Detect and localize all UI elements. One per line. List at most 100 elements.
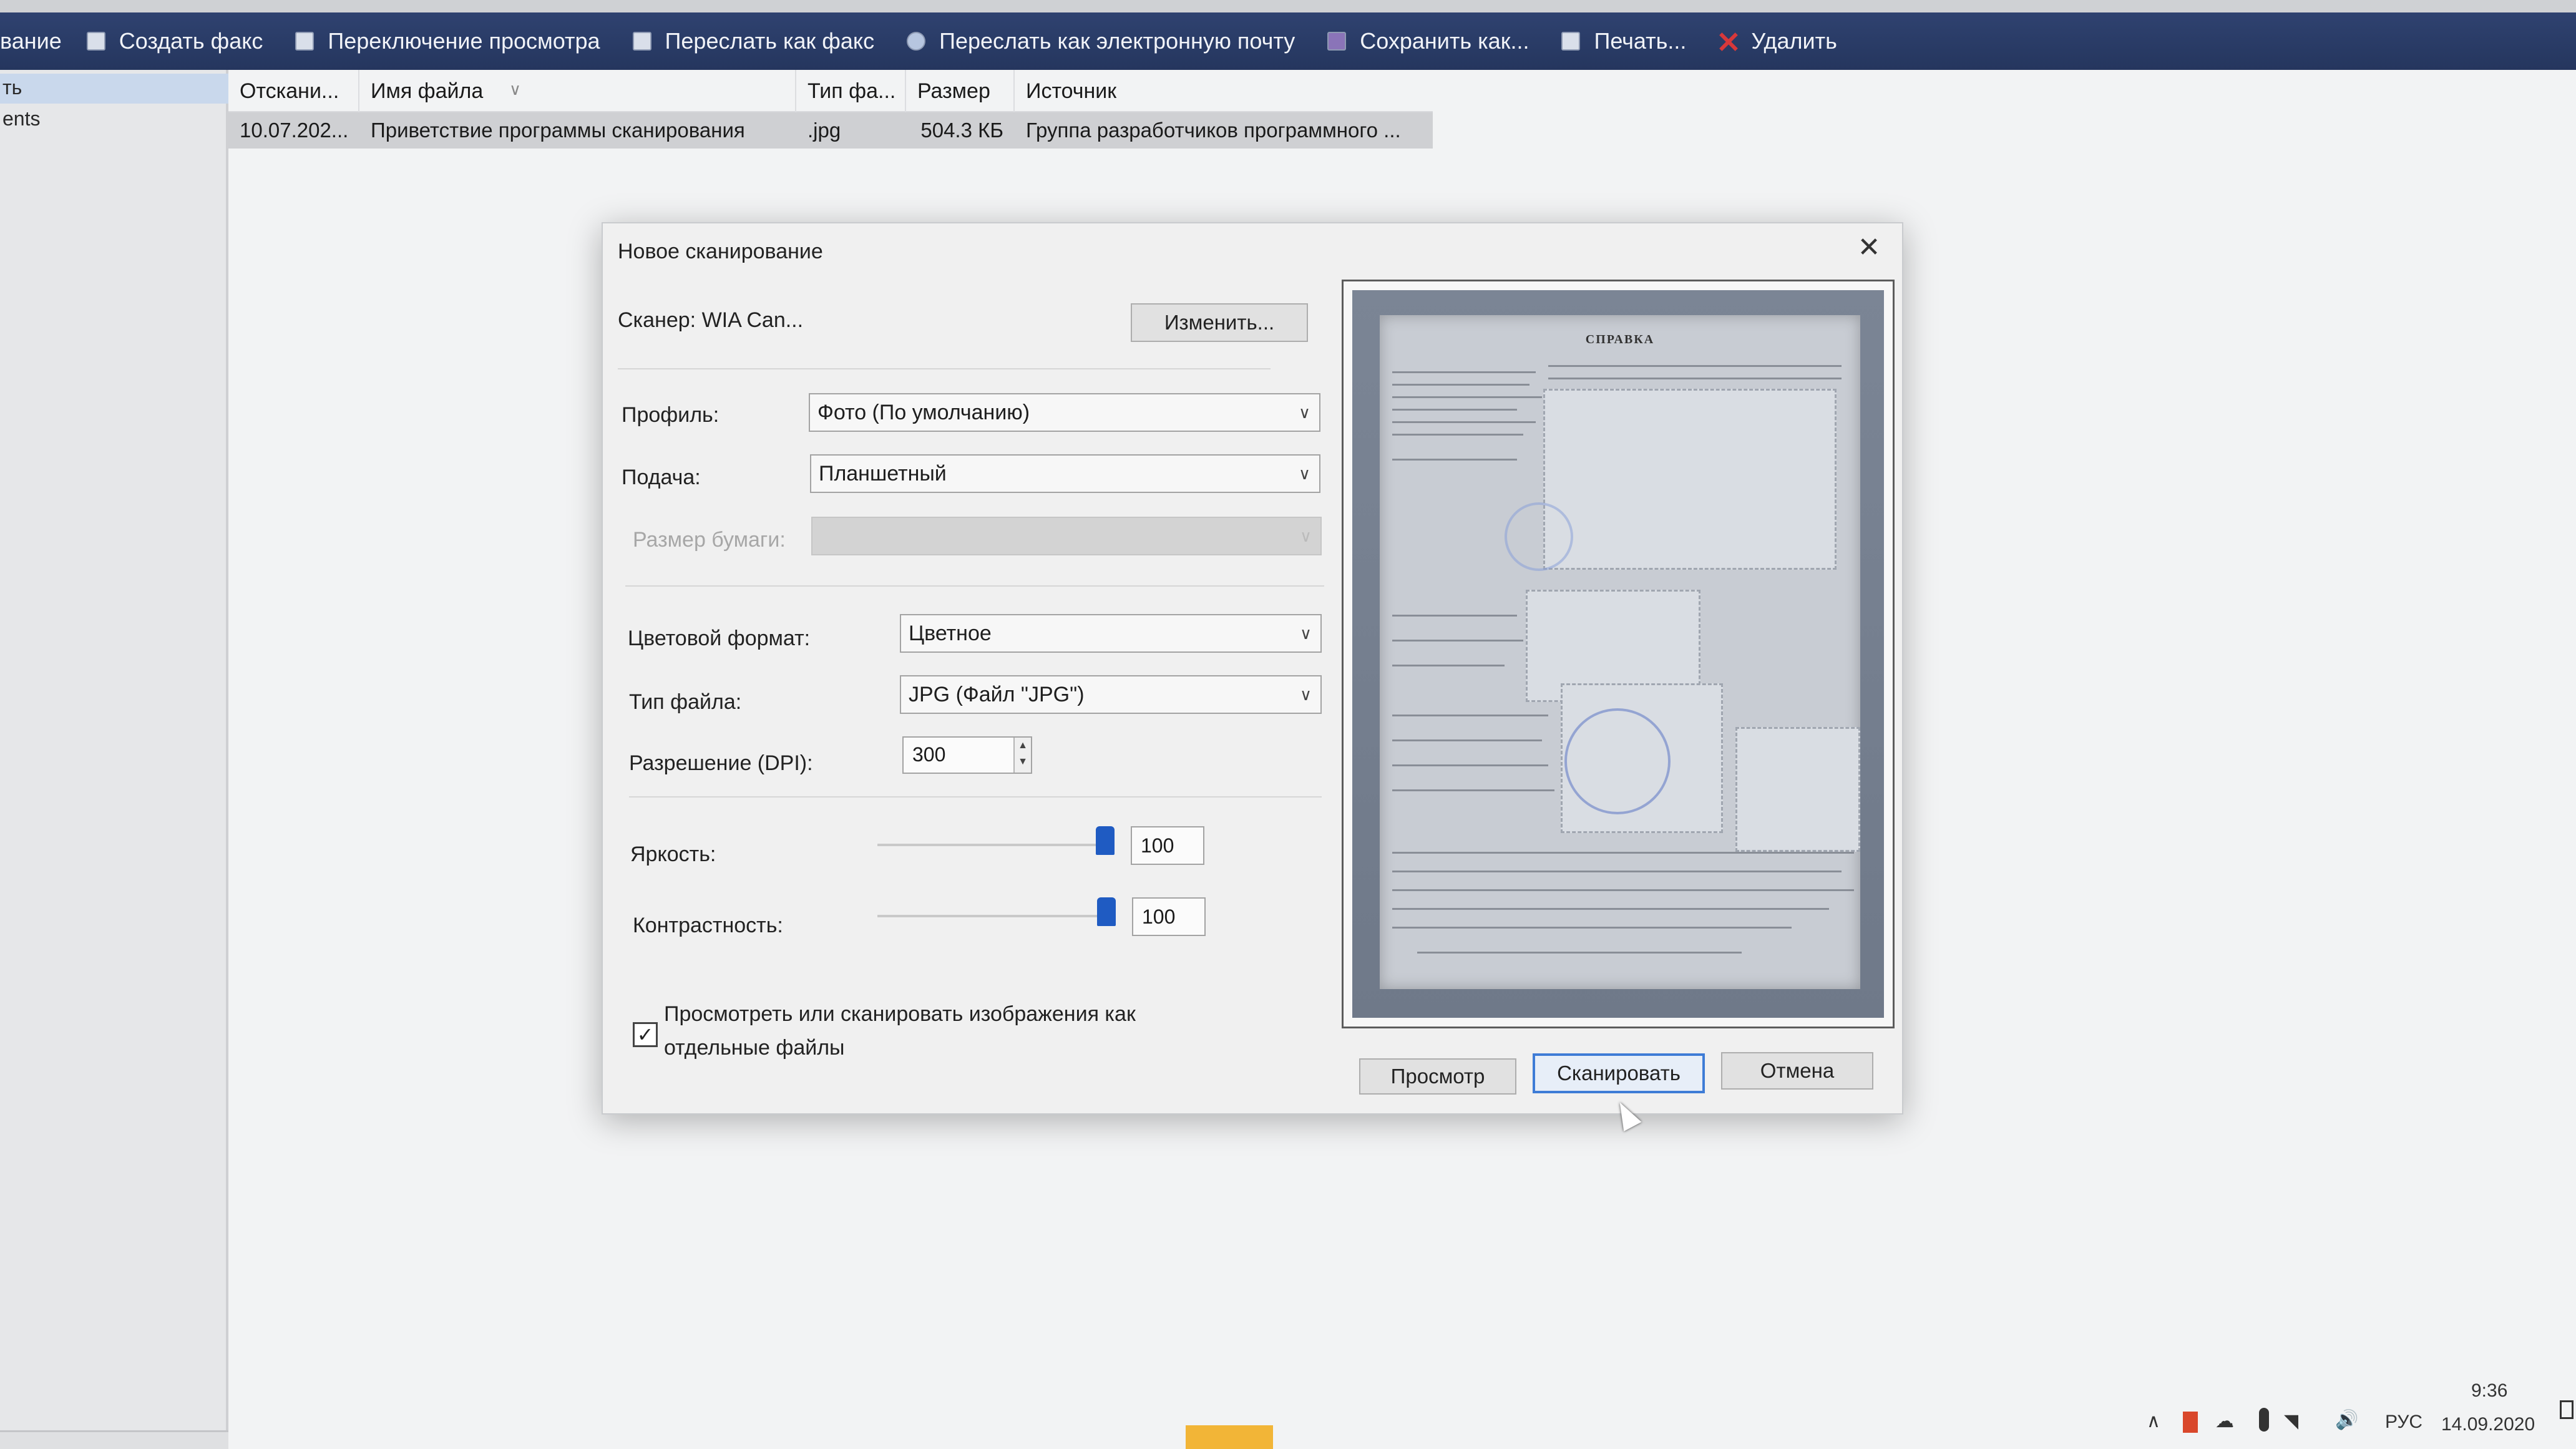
- document-text-line: [1392, 908, 1829, 910]
- spinner-arrows-icon[interactable]: ▲ ▼: [1013, 738, 1031, 773]
- document-text-line: [1392, 434, 1523, 436]
- contrast-slider-track[interactable]: [877, 915, 1116, 917]
- taskbar-app-icon[interactable]: [1186, 1425, 1273, 1449]
- separate-files-checkbox[interactable]: ✓: [633, 1022, 658, 1047]
- nav-item-scan[interactable]: ть: [2, 76, 22, 99]
- delete-icon: [1719, 32, 1737, 51]
- stamp-seal-icon: [1564, 708, 1671, 814]
- clock-time[interactable]: 9:36: [2471, 1380, 2507, 1402]
- checkmark-icon: ✓: [637, 1023, 654, 1046]
- brightness-value-box[interactable]: 100: [1131, 826, 1204, 865]
- chevron-up-icon[interactable]: ∧: [2147, 1410, 2160, 1432]
- chevron-down-icon: ∨: [1299, 527, 1312, 545]
- toolbar-item-label: Переслать как факс: [665, 28, 875, 54]
- nav-item-documents[interactable]: ents: [2, 107, 40, 130]
- document-text-line: [1392, 615, 1517, 617]
- delete-button[interactable]: Удалить: [1719, 28, 1837, 54]
- network-icon[interactable]: ◥: [2284, 1410, 2298, 1432]
- toolbar-item-label: вание: [0, 28, 62, 54]
- save-as-button[interactable]: Сохранить как...: [1327, 28, 1529, 54]
- fax-icon: [86, 32, 105, 51]
- scanned-document-thumbnail: СПРАВКА: [1380, 315, 1860, 989]
- feed-label: Подача:: [622, 466, 701, 489]
- contrast-value-box[interactable]: 100: [1132, 897, 1206, 936]
- forward-as-fax-button[interactable]: Переслать как факс: [632, 28, 875, 54]
- document-text-line: [1392, 852, 1854, 854]
- change-scanner-button[interactable]: Изменить...: [1131, 303, 1308, 342]
- system-tray: ∧ ☁ ◥ 🔊 РУС 9:36 14.09.2020: [1585, 1367, 2576, 1449]
- feed-select-value: Планшетный: [819, 462, 947, 485]
- print-button[interactable]: Печать...: [1561, 28, 1686, 54]
- file-type-select-value: JPG (Файл "JPG"): [909, 683, 1085, 706]
- document-table-block: [1735, 727, 1860, 852]
- column-header-source[interactable]: Источник: [1015, 70, 1433, 112]
- stamp-seal-icon: [1505, 502, 1573, 571]
- document-text-line: [1392, 396, 1542, 398]
- scan-preview-image: СПРАВКА: [1352, 290, 1884, 1018]
- forward-as-email-button[interactable]: Переслать как электронную почту: [907, 28, 1295, 54]
- brightness-slider-thumb[interactable]: [1096, 826, 1115, 855]
- document-text-line: [1392, 409, 1517, 411]
- color-format-label: Цветовой формат:: [628, 627, 811, 650]
- input-language[interactable]: РУС: [2385, 1412, 2422, 1433]
- view-icon: [295, 32, 315, 51]
- scan-button[interactable]: Сканировать: [1533, 1053, 1705, 1093]
- column-header-file-type[interactable]: Тип фа...: [796, 70, 906, 112]
- resolution-value: 300: [912, 743, 946, 766]
- document-text-line: [1392, 665, 1505, 666]
- chevron-down-icon: ∨: [1299, 685, 1312, 704]
- microphone-icon[interactable]: [2259, 1408, 2269, 1432]
- profile-select-value: Фото (По умолчанию): [817, 401, 1030, 424]
- resolution-label: Разрешение (DPI):: [629, 751, 813, 775]
- dialog-title: Новое сканирование: [618, 240, 823, 263]
- preview-button[interactable]: Просмотр: [1359, 1058, 1516, 1095]
- toolbar-item-scan[interactable]: вание: [0, 28, 62, 54]
- document-text-line: [1392, 889, 1854, 891]
- document-text-line: [1392, 459, 1517, 461]
- divider: [629, 796, 1322, 798]
- nav-item-selected-highlight: [0, 74, 228, 104]
- document-text-line: [1392, 384, 1530, 386]
- divider: [618, 368, 1271, 369]
- scanned-document-title: СПРАВКА: [1585, 333, 1655, 346]
- chevron-down-icon: ∨: [1298, 403, 1310, 422]
- document-text-line: [1392, 871, 1842, 872]
- clock-date[interactable]: 14.09.2020: [2441, 1414, 2535, 1435]
- column-header-filename[interactable]: Имя файла: [359, 70, 796, 112]
- document-text-line: [1392, 421, 1536, 423]
- cell-file-type: .jpg: [807, 119, 841, 142]
- document-text-line: [1392, 640, 1523, 642]
- cancel-button[interactable]: Отмена: [1721, 1052, 1873, 1090]
- close-icon[interactable]: ✕: [1853, 232, 1885, 263]
- notifications-icon[interactable]: [2560, 1400, 2574, 1419]
- cell-filename: Приветствие программы сканирования: [371, 119, 745, 142]
- switch-view-button[interactable]: Переключение просмотра: [295, 28, 600, 54]
- toolbar-item-label: Переключение просмотра: [328, 28, 600, 54]
- toolbar-item-label: Создать факс: [119, 28, 263, 54]
- contrast-label: Контрастность:: [633, 914, 783, 937]
- brightness-slider-track[interactable]: [877, 844, 1115, 846]
- brightness-label: Яркость:: [630, 842, 716, 866]
- document-text-line: [1392, 927, 1792, 929]
- color-format-select[interactable]: Цветное ∨: [900, 614, 1322, 653]
- sort-arrow-icon: ∨: [509, 80, 522, 99]
- new-fax-button[interactable]: Создать факс: [86, 28, 263, 54]
- volume-icon[interactable]: 🔊: [2335, 1409, 2358, 1431]
- office-icon[interactable]: [2183, 1412, 2198, 1433]
- feed-select[interactable]: Планшетный ∨: [810, 454, 1320, 493]
- column-header-size[interactable]: Размер: [906, 70, 1015, 112]
- fax-forward-icon: [632, 32, 651, 51]
- resolution-input[interactable]: 300 ▲ ▼: [902, 736, 1032, 774]
- table-row[interactable]: 10.07.202... Приветствие программы скани…: [228, 112, 1433, 149]
- document-text-line: [1548, 378, 1842, 379]
- cloud-icon[interactable]: ☁: [2215, 1410, 2234, 1432]
- color-format-select-value: Цветное: [909, 622, 992, 645]
- document-text-line: [1392, 789, 1554, 791]
- file-type-select[interactable]: JPG (Файл "JPG") ∨: [900, 675, 1322, 714]
- chevron-down-icon: ∨: [1299, 624, 1312, 643]
- separate-files-label-line1: Просмотреть или сканировать изображения …: [664, 1002, 1136, 1026]
- column-header-scanned[interactable]: Отскани...: [228, 70, 359, 112]
- profile-select[interactable]: Фото (По умолчанию) ∨: [809, 393, 1320, 432]
- contrast-slider-thumb[interactable]: [1097, 897, 1116, 926]
- chevron-down-icon: ∨: [1298, 464, 1310, 483]
